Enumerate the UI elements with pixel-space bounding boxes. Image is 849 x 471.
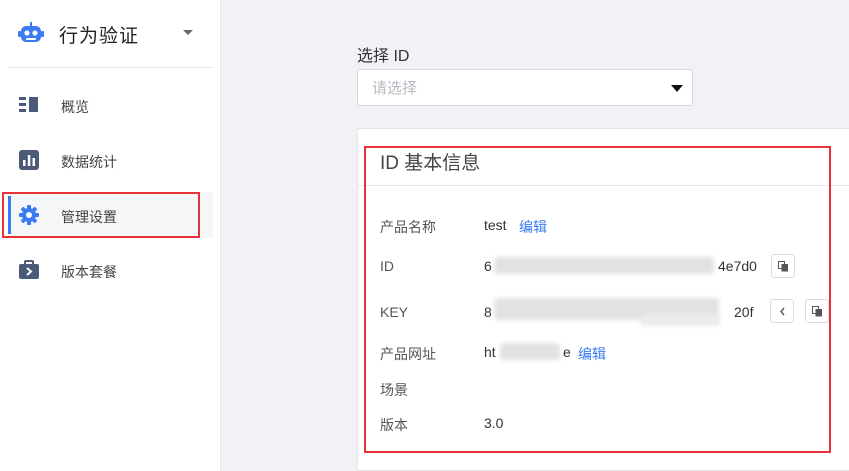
id-select[interactable] xyxy=(357,69,693,107)
copy-id-button[interactable] xyxy=(771,254,795,278)
product-name-value: test xyxy=(484,217,507,233)
id-label: ID xyxy=(380,258,394,274)
brand-title: 行为验证 xyxy=(59,26,140,47)
redacted-url xyxy=(500,343,560,360)
id-select-input[interactable] xyxy=(358,70,674,107)
sidebar-item-label: 概览 xyxy=(61,99,89,115)
id-value-end: 4e7d0 xyxy=(718,258,757,274)
copy-icon xyxy=(812,306,822,317)
sidebar-item-settings[interactable]: 管理设置 xyxy=(8,192,213,238)
chevron-down-icon[interactable] xyxy=(183,30,193,35)
product-name-label: 产品名称 xyxy=(380,219,436,235)
sidebar-item-label: 管理设置 xyxy=(61,209,117,225)
active-indicator xyxy=(8,196,11,234)
bar-chart-icon xyxy=(19,150,39,170)
sidebar-item-plans[interactable]: 版本套餐 xyxy=(8,247,213,293)
product-url-label: 产品网址 xyxy=(380,346,436,362)
key-label: KEY xyxy=(380,304,409,320)
chevron-left-icon xyxy=(780,307,785,316)
edit-url-link[interactable]: 编辑 xyxy=(578,344,606,364)
toggle-key-button[interactable] xyxy=(770,299,794,323)
sidebar: 行为验证 概览 数据统计 管理设置 版本套餐 xyxy=(0,0,221,471)
overview-icon xyxy=(19,97,38,112)
card-divider xyxy=(358,185,849,186)
product-url-end: e xyxy=(563,344,571,360)
redacted-id xyxy=(494,257,714,274)
sidebar-item-label: 版本套餐 xyxy=(61,264,117,280)
redacted-key-overflow xyxy=(640,314,720,326)
caret-down-icon[interactable] xyxy=(671,85,683,92)
version-label: 版本 xyxy=(380,417,408,433)
copy-icon xyxy=(778,261,788,272)
briefcase-icon xyxy=(19,260,39,279)
brand-switcher[interactable]: 行为验证 xyxy=(8,0,213,68)
gear-icon xyxy=(19,205,39,225)
card-title: ID 基本信息 xyxy=(380,153,481,174)
sidebar-item-label: 数据统计 xyxy=(61,154,117,170)
robot-icon xyxy=(18,22,44,42)
key-value-start: 8 xyxy=(484,304,492,320)
sidebar-item-statistics[interactable]: 数据统计 xyxy=(8,137,213,183)
version-value: 3.0 xyxy=(484,415,504,431)
product-url-start: ht xyxy=(484,344,496,360)
scene-label: 场景 xyxy=(380,382,408,398)
key-value-end: 20f xyxy=(734,304,754,320)
sidebar-item-overview[interactable]: 概览 xyxy=(8,82,213,128)
select-id-label: 选择 ID xyxy=(357,48,410,65)
id-value-start: 6 xyxy=(484,258,492,274)
edit-name-link[interactable]: 编辑 xyxy=(519,217,547,237)
copy-key-button[interactable] xyxy=(805,299,829,323)
